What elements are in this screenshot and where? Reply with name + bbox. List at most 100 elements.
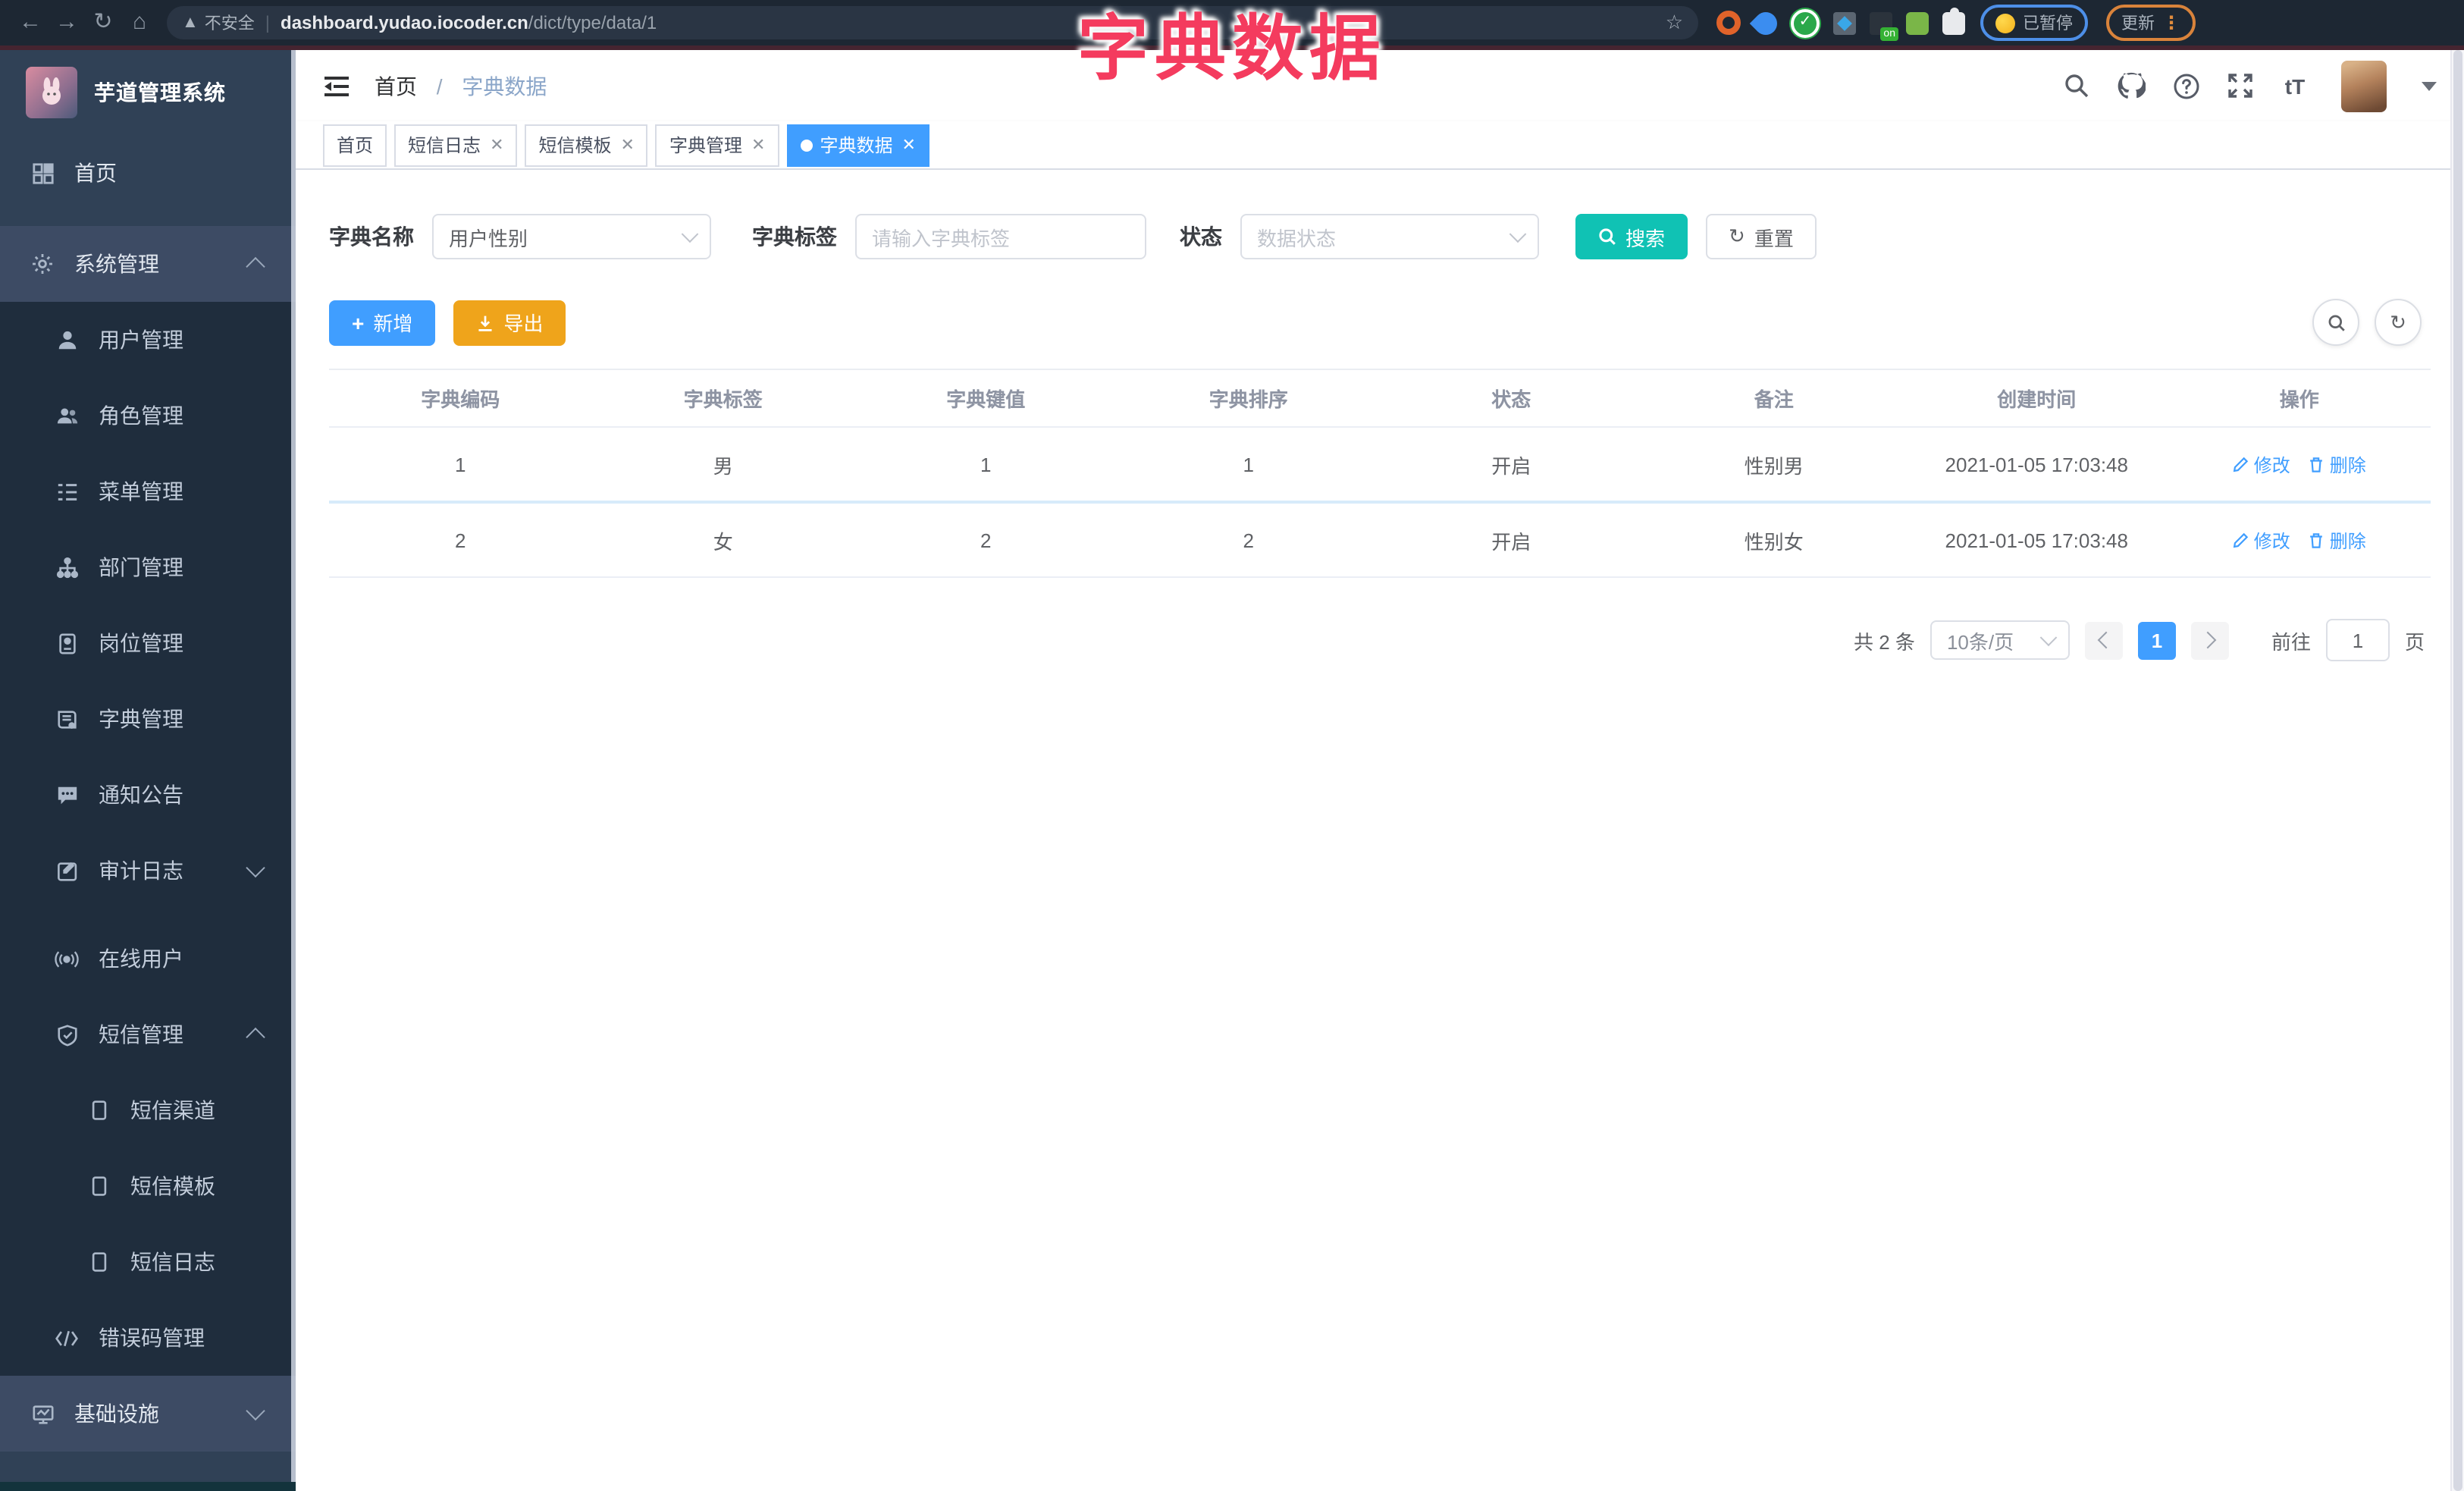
extensions-puzzle-icon[interactable] <box>1942 7 1965 34</box>
github-icon[interactable] <box>2117 71 2146 100</box>
tab-dict-management[interactable]: 字典管理 ✕ <box>655 124 779 166</box>
sidebar-item-post-management[interactable]: 岗位管理 <box>0 605 296 681</box>
tab-sms-log[interactable]: 短信日志 ✕ <box>394 124 518 166</box>
reset-button[interactable]: ↻ 重置 <box>1706 214 1817 259</box>
prev-page-button[interactable] <box>2084 621 2123 659</box>
sidebar-logo-row[interactable]: 芋道管理系统 <box>0 50 296 135</box>
dict-name-value: 用户性别 <box>449 227 528 250</box>
refresh-table-button[interactable]: ↻ <box>2375 299 2422 346</box>
sidebar-item-online-users[interactable]: 在线用户 <box>0 921 296 997</box>
user-avatar[interactable] <box>2341 60 2387 111</box>
search-button[interactable]: 搜索 <box>1575 214 1688 259</box>
sidebar-item-system-management[interactable]: 系统管理 <box>0 226 296 302</box>
table-tools: ↻ <box>2312 299 2422 346</box>
code-icon <box>55 1326 79 1350</box>
extension-switch-icon[interactable]: on <box>1870 11 1898 40</box>
extension-check-icon[interactable]: ✓ <box>1791 8 1820 37</box>
sidebar-item-sms-management[interactable]: 短信管理 <box>0 997 296 1072</box>
cell-actions: 修改 删除 <box>2168 451 2431 477</box>
sidebar-item-audit-log[interactable]: 审计日志 <box>0 833 296 909</box>
extension-ubuntu-icon[interactable] <box>1716 11 1741 35</box>
update-label: 更新 <box>2121 15 2155 33</box>
download-icon <box>478 315 492 331</box>
breadcrumb-home[interactable]: 首页 <box>375 74 417 98</box>
tab-home[interactable]: 首页 <box>323 124 387 166</box>
sidebar-item-label: 首页 <box>74 161 117 185</box>
col-header: 操作 <box>2279 388 2319 411</box>
export-button[interactable]: 导出 <box>453 300 566 345</box>
toggle-search-button[interactable] <box>2312 299 2359 346</box>
fullscreen-icon[interactable] <box>2226 71 2255 100</box>
edit-label: 修改 <box>2253 530 2290 551</box>
sidebar-item-user-management[interactable]: 用户管理 <box>0 302 296 378</box>
help-icon[interactable] <box>2171 71 2200 100</box>
cell-value: 1 <box>980 453 992 476</box>
sidebar-item-home[interactable]: 首页 <box>0 135 296 211</box>
close-icon[interactable]: ✕ <box>751 135 765 155</box>
add-button-label: 新增 <box>373 312 413 335</box>
page-number-button[interactable]: 1 <box>2137 621 2176 659</box>
close-icon[interactable]: ✕ <box>490 135 503 155</box>
extension-drop-icon[interactable] <box>1749 6 1782 39</box>
sidebar-item-notice[interactable]: 通知公告 <box>0 757 296 833</box>
edit-link[interactable]: 修改 <box>2233 451 2290 477</box>
chevron-left-icon <box>2097 631 2115 649</box>
jump-page-input[interactable]: 1 <box>2325 619 2390 661</box>
tab-label: 首页 <box>337 135 374 156</box>
edit-link[interactable]: 修改 <box>2233 527 2290 553</box>
filter-form: 字典名称 用户性别 字典标签 请输入字典标签 状态 数据状态 搜索 ↻ 重置 <box>329 214 2431 259</box>
navbar-icons: tT <box>2062 60 2437 111</box>
extension-stats-icon[interactable] <box>1833 11 1856 34</box>
bookmark-star-icon[interactable]: ☆ <box>1666 11 1683 35</box>
delete-label: 删除 <box>2329 454 2366 476</box>
sidebar-item-infrastructure[interactable]: 基础设施 <box>0 1376 296 1452</box>
edit-icon <box>2234 532 2249 548</box>
col-header: 字典标签 <box>683 388 763 411</box>
dict-name-select[interactable]: 用户性别 <box>432 214 711 259</box>
sidebar-collapse-icon[interactable] <box>323 74 350 98</box>
delete-link[interactable]: 删除 <box>2309 451 2366 477</box>
page-size-select[interactable]: 10条/页 <box>1930 620 2070 660</box>
profile-paused-chip[interactable]: 已暂停 <box>1980 5 2088 41</box>
sidebar-item-label: 基础设施 <box>74 1402 159 1426</box>
sidebar-item-sms-template[interactable]: 短信模板 <box>0 1148 296 1224</box>
delete-link[interactable]: 删除 <box>2309 527 2366 553</box>
extension-leaf-icon[interactable] <box>1906 11 1929 34</box>
status-select[interactable]: 数据状态 <box>1240 214 1539 259</box>
table-row[interactable]: 1 男 1 1 开启 性别男 2021-01-05 17:03:48 修改 删除 <box>329 428 2431 504</box>
table-header-row: 字典编码 字典标签 字典键值 字典排序 状态 备注 创建时间 操作 <box>329 369 2431 428</box>
sidebar-item-dept-management[interactable]: 部门管理 <box>0 529 296 605</box>
reload-icon[interactable]: ↻ <box>85 0 121 46</box>
close-icon[interactable]: ✕ <box>901 135 915 155</box>
add-button[interactable]: + 新增 <box>329 300 436 345</box>
cell-remark: 性别男 <box>1744 454 1804 477</box>
close-icon[interactable]: ✕ <box>621 135 635 155</box>
avatar-caret-icon[interactable] <box>2422 81 2437 90</box>
sidebar-item-dict-management[interactable]: 字典管理 <box>0 681 296 757</box>
sidebar-item-sms-log[interactable]: 短信日志 <box>0 1224 296 1300</box>
sidebar-item-sms-channel[interactable]: 短信渠道 <box>0 1072 296 1148</box>
sidebar-item-menu-management[interactable]: 菜单管理 <box>0 454 296 529</box>
forward-icon[interactable]: → <box>49 0 85 46</box>
header-search-icon[interactable] <box>2062 71 2091 100</box>
back-icon[interactable]: ← <box>12 0 49 46</box>
data-table: 字典编码 字典标签 字典键值 字典排序 状态 备注 创建时间 操作 1 男 1 … <box>329 369 2431 578</box>
export-button-label: 导出 <box>503 312 544 335</box>
next-page-button[interactable] <box>2190 621 2229 659</box>
tab-dict-data[interactable]: 字典数据 ✕ <box>786 124 929 166</box>
scrollbar-thumb[interactable] <box>2453 50 2462 1491</box>
browser-menu-icon[interactable]: ⋮ <box>2162 12 2180 33</box>
tab-sms-template[interactable]: 短信模板 ✕ <box>525 124 648 166</box>
sidebar-item-error-code[interactable]: 错误码管理 <box>0 1300 296 1376</box>
sidebar-item-role-management[interactable]: 角色管理 <box>0 378 296 454</box>
home-icon[interactable]: ⌂ <box>121 0 158 46</box>
sidebar-item-label: 用户管理 <box>99 328 183 352</box>
dict-tag-input[interactable]: 请输入字典标签 <box>855 214 1146 259</box>
page-scrollbar[interactable] <box>2450 50 2464 1491</box>
table-row[interactable]: 2 女 2 2 开启 性别女 2021-01-05 17:03:48 修改 删除 <box>329 504 2431 578</box>
font-size-icon[interactable]: tT <box>2281 71 2309 100</box>
chrome-update-chip[interactable]: 更新 ⋮ <box>2106 5 2196 41</box>
phone-icon <box>86 1098 111 1122</box>
dashboard-icon <box>30 161 55 185</box>
address-bar[interactable]: ▲ 不安全 | dashboard.yudao.iocoder.cn /dict… <box>167 6 1698 39</box>
